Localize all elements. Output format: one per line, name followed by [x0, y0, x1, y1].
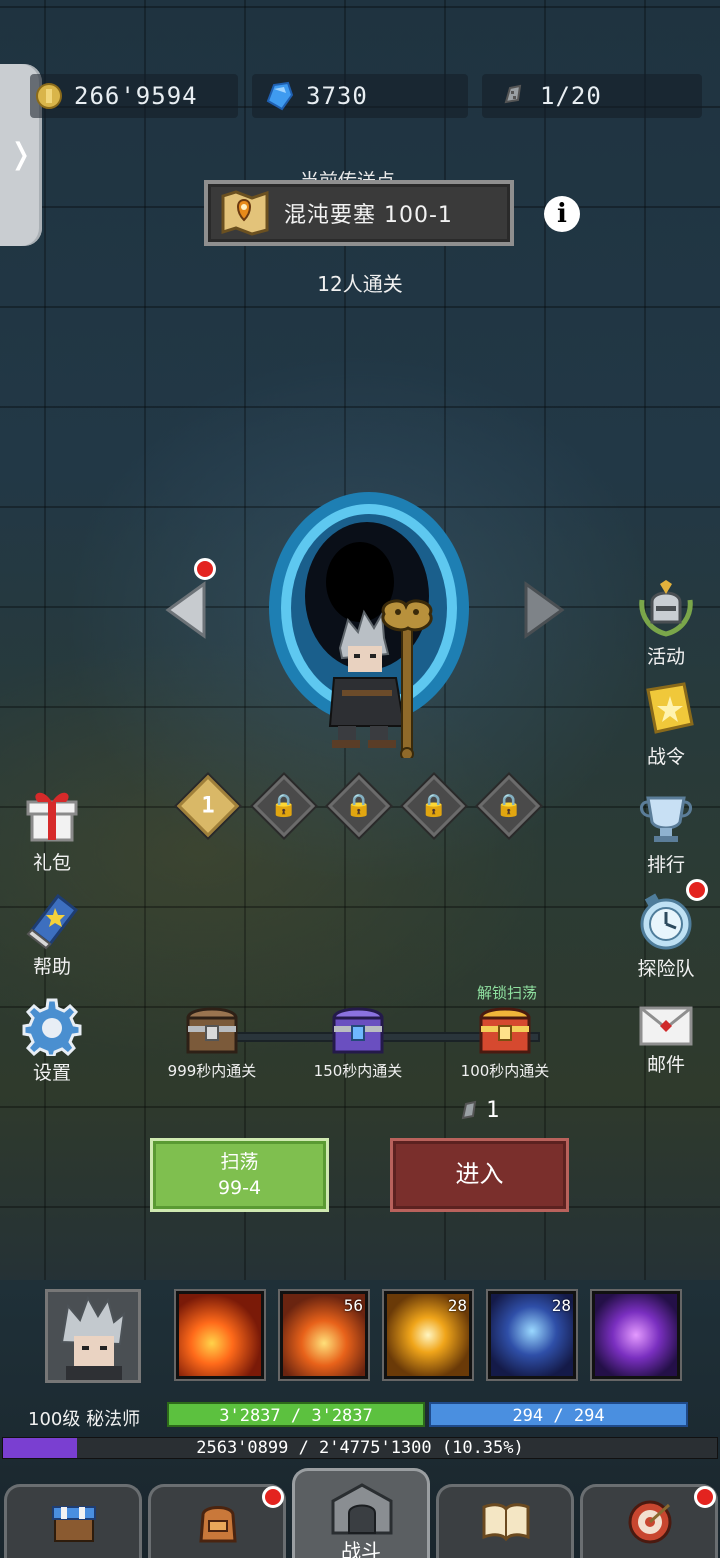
- chest-reward-3[interactable]: 100秒内通关: [440, 1004, 570, 1081]
- ranking-button[interactable]: 排行: [626, 788, 706, 877]
- portal-name: 混沌要塞 100-1: [284, 203, 453, 228]
- shop-stall-icon: [52, 1506, 96, 1542]
- target-icon: [628, 1500, 672, 1544]
- purple-chest-icon: [332, 1007, 384, 1054]
- notification-dot: [194, 558, 216, 580]
- info-button[interactable]: i: [544, 196, 580, 232]
- chevron-right-icon: ❭: [8, 132, 34, 178]
- entry-cost-amount: 1: [486, 1098, 500, 1123]
- info-icon: i: [557, 199, 567, 229]
- character-avatar[interactable]: [45, 1289, 141, 1383]
- open-book-icon: [482, 1503, 530, 1541]
- battle-pass-button[interactable]: 战令: [626, 680, 706, 769]
- skill-level: 56: [343, 1296, 363, 1315]
- unlock-sweep-label: 解锁扫荡: [476, 984, 537, 1002]
- skill-slot-holy-light[interactable]: 28: [384, 1291, 472, 1379]
- expedition-button[interactable]: 探险队: [626, 892, 706, 981]
- lock-icon: 🔒: [420, 793, 448, 819]
- envelope-icon: [639, 1006, 693, 1046]
- nav-tab-battle[interactable]: 战斗: [292, 1468, 430, 1558]
- portal-selector[interactable]: 混沌要塞 100-1: [204, 180, 514, 246]
- enter-button[interactable]: 进入: [390, 1138, 569, 1212]
- character-level-class: 100级 秘法师: [28, 1409, 141, 1430]
- chest-label: 150秒内通关: [313, 1062, 403, 1080]
- blue-gem-icon: [266, 81, 294, 111]
- expedition-label: 探险队: [637, 958, 695, 980]
- gear-icon: [22, 998, 82, 1058]
- gold-amount: 266'9594: [74, 82, 198, 110]
- map-icon: [221, 190, 269, 236]
- lock-icon: 🔒: [270, 793, 298, 819]
- hp-bar: 3'2837 / 3'2837: [167, 1402, 425, 1427]
- mail-label: 邮件: [646, 1054, 685, 1076]
- next-portal-arrow[interactable]: [520, 580, 566, 640]
- lock-icon: 🔒: [495, 793, 523, 819]
- wooden-chest-icon: [186, 1007, 238, 1054]
- lock-icon: 🔒: [345, 793, 373, 819]
- events-label: 活动: [646, 646, 685, 668]
- mage-portrait-icon: [60, 1295, 126, 1380]
- settings-button[interactable]: 设置: [12, 996, 92, 1085]
- ranking-label: 排行: [646, 854, 685, 876]
- chest-reward-1[interactable]: 999秒内通关: [147, 1004, 277, 1081]
- stamina-amount: 1/20: [540, 82, 602, 110]
- gem-amount: 3730: [306, 82, 368, 110]
- chest-label: 999秒内通关: [167, 1062, 257, 1080]
- stage-slot-number: 1: [201, 793, 215, 819]
- coin-icon: [36, 83, 62, 109]
- notification-dot: [694, 1486, 716, 1508]
- notification-dot: [262, 1486, 284, 1508]
- skill-slot-fireball[interactable]: [176, 1291, 264, 1379]
- cleared-count: 12人通关: [317, 272, 403, 296]
- trophy-icon: [640, 796, 692, 842]
- stamina-counter: 1/20: [482, 74, 702, 118]
- prev-portal-arrow[interactable]: [164, 580, 210, 640]
- help-button[interactable]: 帮助: [12, 890, 92, 979]
- help-label: 帮助: [32, 956, 71, 978]
- helmet-laurel-icon: [639, 580, 693, 637]
- alarm-clock-icon: [640, 893, 692, 950]
- exp-bar: 2563'0899 / 2'4775'1300 (10.35%): [2, 1437, 718, 1459]
- golden-chest-icon: [479, 1007, 531, 1054]
- notification-dot: [686, 879, 708, 901]
- battle-tab-label: 战斗: [341, 1539, 381, 1558]
- nav-tab-skills[interactable]: [436, 1484, 574, 1558]
- events-button[interactable]: 活动: [626, 580, 706, 669]
- chest-reward-2[interactable]: 150秒内通关: [293, 1004, 423, 1081]
- skill-level: 28: [447, 1296, 467, 1315]
- gold-ticket-icon: [646, 682, 694, 734]
- sweep-stage: 99-4: [217, 1177, 262, 1199]
- sweep-button[interactable]: 扫荡 99-4: [150, 1138, 329, 1212]
- castle-gate-icon: [331, 1483, 393, 1535]
- mp-bar: 294 / 294: [429, 1402, 688, 1427]
- mage-character: [328, 599, 433, 758]
- stone-key-icon: [461, 1100, 477, 1119]
- stone-key-icon: [504, 84, 522, 104]
- star-book-icon: [26, 893, 79, 950]
- gold-counter: 266'9594: [30, 74, 238, 118]
- nav-tab-shop[interactable]: [4, 1484, 142, 1558]
- backpack-icon: [199, 1506, 237, 1543]
- gift-box-icon: [26, 792, 78, 842]
- chest-label: 100秒内通关: [460, 1062, 550, 1080]
- skill-slot-arcane-dash[interactable]: [592, 1291, 680, 1379]
- skill-slot-meteor[interactable]: 56: [280, 1291, 368, 1379]
- exp-text: 2563'0899 / 2'4775'1300 (10.35%): [196, 1438, 524, 1458]
- skill-slot-star-staff[interactable]: 28: [488, 1291, 576, 1379]
- battle-pass-label: 战令: [646, 746, 685, 768]
- mail-button[interactable]: 邮件: [626, 1004, 706, 1077]
- gem-counter: 3730: [252, 74, 468, 118]
- gift-button[interactable]: 礼包: [12, 786, 92, 875]
- skill-level: 28: [551, 1296, 571, 1315]
- gift-label: 礼包: [32, 852, 71, 874]
- entry-cost: 1: [460, 1098, 499, 1123]
- sweep-title: 扫荡: [220, 1151, 259, 1173]
- settings-label: 设置: [32, 1062, 71, 1084]
